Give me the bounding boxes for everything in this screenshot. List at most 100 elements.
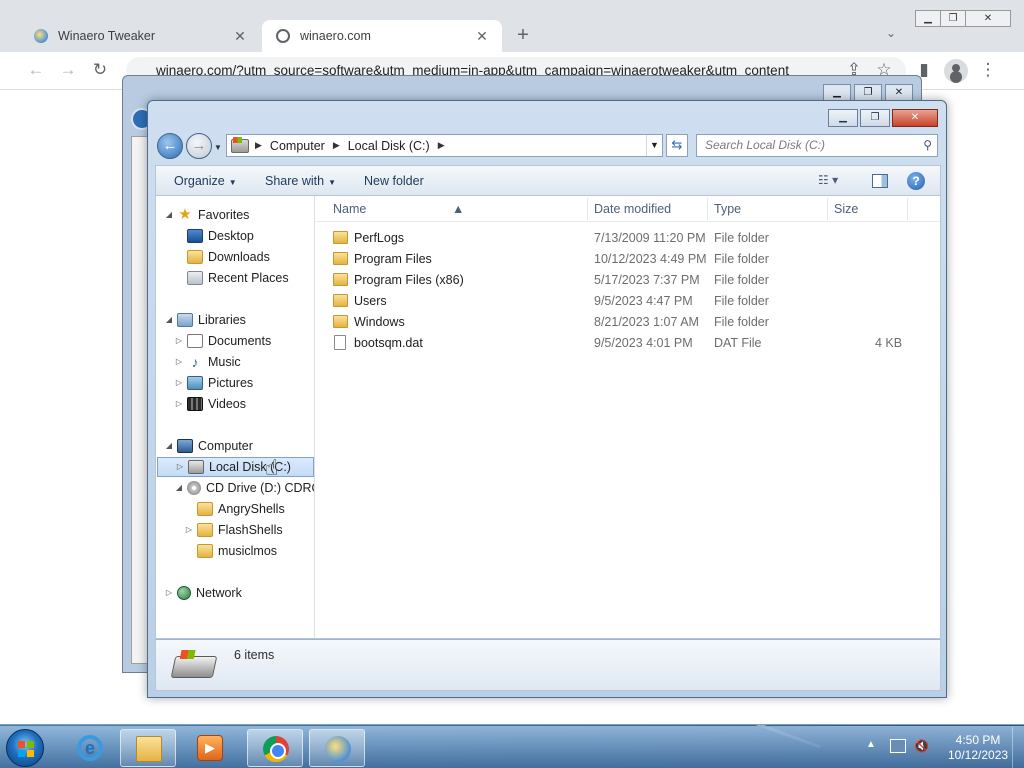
close-tab-icon[interactable]: ✕ [232, 28, 248, 45]
file-list: ▲ Name Date modified Type Size PerfLogs … [315, 196, 940, 638]
nav-documents[interactable]: ▷ Documents [174, 331, 271, 351]
file-row[interactable]: PerfLogs 7/13/2009 11:20 PM File folder [315, 228, 940, 248]
address-history-dropdown-icon[interactable]: ▼ [646, 135, 662, 156]
nav-cd-drive[interactable]: ◢CD Drive (D:) CDROM [174, 478, 314, 498]
file-type: File folder [714, 294, 769, 308]
winaero-tweaker-icon [325, 736, 351, 762]
file-row[interactable]: Program Files 10/12/2023 4:49 PM File fo… [315, 249, 940, 269]
close-tab-icon[interactable]: ✕ [474, 28, 490, 45]
taskbar-chrome[interactable] [247, 729, 303, 767]
nav-pictures[interactable]: ▷ Pictures [174, 373, 253, 393]
hand-cursor-icon: ☝ [265, 455, 279, 480]
nav-flashshells[interactable]: ▷ FlashShells [184, 520, 283, 540]
taskbar-winaero-tweaker[interactable] [309, 729, 365, 767]
forward-arrow-icon[interactable]: → [56, 60, 80, 80]
maximize-button[interactable]: ❐ [940, 10, 966, 27]
nav-musiclmos[interactable]: musiclmos [184, 541, 277, 561]
column-size[interactable]: Size [834, 202, 858, 216]
reload-icon[interactable]: ↻ [88, 60, 112, 80]
nav-downloads[interactable]: Downloads [174, 247, 270, 267]
forward-button[interactable]: → [186, 133, 212, 159]
nav-local-disk[interactable]: ▷ Local Disk (C:) [157, 457, 314, 477]
close-button[interactable]: ✕ [892, 109, 938, 127]
nav-network[interactable]: ▷ Network [164, 583, 242, 603]
menu-kebab-icon[interactable]: ⋮ [976, 60, 1000, 80]
column-date-modified[interactable]: Date modified [594, 202, 671, 216]
nav-favorites[interactable]: ◢ ★ Favorites [164, 205, 249, 225]
back-button[interactable]: ← [157, 133, 183, 159]
cd-drive-icon [187, 481, 201, 495]
file-date: 7/13/2009 11:20 PM [594, 231, 706, 245]
taskbar-media-player[interactable]: ▶ [182, 729, 238, 767]
maximize-button[interactable]: ❐ [860, 109, 890, 127]
show-desktop-button[interactable] [1012, 727, 1024, 768]
tab-winaero-com[interactable]: winaero.com ✕ [262, 20, 502, 52]
chevron-right-icon[interactable]: ▶ [255, 140, 262, 151]
volume-muted-icon[interactable]: 🔇 [914, 739, 930, 753]
share-with-button[interactable]: Share with ▼ [265, 174, 336, 188]
taskbar: e ▶ ▲ 🔇 4:50 PM 10/12/2023 [0, 726, 1024, 768]
folder-icon [333, 231, 348, 244]
file-name: Program Files (x86) [354, 273, 464, 287]
file-name: Windows [354, 315, 405, 329]
file-date: 9/5/2023 4:47 PM [594, 294, 693, 308]
breadcrumb-computer[interactable]: Computer [270, 139, 325, 153]
refresh-icon[interactable]: ⇆ [666, 134, 688, 157]
chevron-right-icon[interactable]: ▶ [438, 140, 445, 151]
breadcrumb-local-disk[interactable]: Local Disk (C:) [348, 139, 430, 153]
desktop-icon [187, 229, 203, 243]
help-icon[interactable]: ? [907, 172, 925, 190]
internet-explorer-icon: e [77, 735, 103, 761]
profile-avatar-icon[interactable] [944, 59, 968, 83]
file-row[interactable]: Program Files (x86) 5/17/2023 7:37 PM Fi… [315, 270, 940, 290]
tab-search-icon[interactable]: ⌄ [886, 26, 896, 40]
downloads-folder-icon [187, 250, 203, 264]
nav-recent-places[interactable]: Recent Places [174, 268, 289, 288]
nav-libraries[interactable]: ◢ Libraries [164, 310, 246, 330]
close-button[interactable]: ✕ [885, 84, 913, 101]
show-hidden-icons-icon[interactable]: ▲ [866, 739, 876, 750]
file-row[interactable]: bootsqm.dat 9/5/2023 4:01 PM DAT File 4 … [315, 333, 940, 353]
change-view-icon[interactable]: ☷ ▾ [818, 173, 838, 187]
recent-pages-dropdown-icon[interactable]: ▼ [214, 143, 222, 152]
new-folder-button[interactable]: New folder [364, 174, 424, 188]
file-row[interactable]: Windows 8/21/2023 1:07 AM File folder [315, 312, 940, 332]
action-center-flag-icon[interactable] [890, 739, 906, 753]
search-input[interactable]: Search Local Disk (C:) ⚲ [696, 134, 938, 157]
chevron-right-icon[interactable]: ▶ [333, 140, 340, 151]
recent-places-icon [187, 271, 203, 285]
file-row[interactable]: Users 9/5/2023 4:47 PM File folder [315, 291, 940, 311]
nav-desktop[interactable]: Desktop [174, 226, 254, 246]
minimize-button[interactable]: ▁ [915, 10, 941, 27]
tab-title: winaero.com [300, 29, 371, 43]
file-type: File folder [714, 231, 769, 245]
taskbar-internet-explorer[interactable]: e [62, 729, 118, 767]
nav-music[interactable]: ▷ ♪ Music [174, 352, 241, 372]
column-name[interactable]: Name [333, 202, 366, 216]
tab-title: Winaero Tweaker [58, 29, 156, 43]
clock-time: 4:50 PM [955, 733, 1001, 747]
minimize-button[interactable]: ▁ [823, 84, 851, 101]
nav-videos[interactable]: ▷ Videos [174, 394, 246, 414]
taskbar-windows-explorer[interactable] [120, 729, 176, 767]
minimize-button[interactable]: ▁ [828, 109, 858, 127]
column-type[interactable]: Type [714, 202, 741, 216]
file-date: 8/21/2023 1:07 AM [594, 315, 699, 329]
nav-angryshells[interactable]: AngryShells [184, 499, 285, 519]
system-clock[interactable]: 4:50 PM 10/12/2023 [948, 733, 1008, 763]
maximize-button[interactable]: ❐ [854, 84, 882, 101]
new-tab-button[interactable]: + [512, 24, 534, 47]
pictures-icon [187, 376, 203, 390]
back-arrow-icon[interactable]: ← [24, 60, 48, 80]
nav-computer[interactable]: ◢ Computer [164, 436, 253, 456]
tab-winaero-tweaker[interactable]: Winaero Tweaker ✕ [20, 20, 260, 52]
close-button[interactable]: ✕ [965, 10, 1011, 27]
videos-filmstrip-icon [187, 397, 203, 411]
file-type: DAT File [714, 336, 762, 350]
column-headers: ▲ Name Date modified Type Size [315, 196, 940, 222]
file-name: Program Files [354, 252, 432, 266]
preview-pane-icon[interactable] [872, 174, 888, 188]
address-breadcrumb[interactable]: ▶ Computer ▶ Local Disk (C:) ▶ ▼ [226, 134, 663, 157]
start-button[interactable] [6, 729, 44, 767]
organize-button[interactable]: Organize ▼ [174, 174, 237, 188]
